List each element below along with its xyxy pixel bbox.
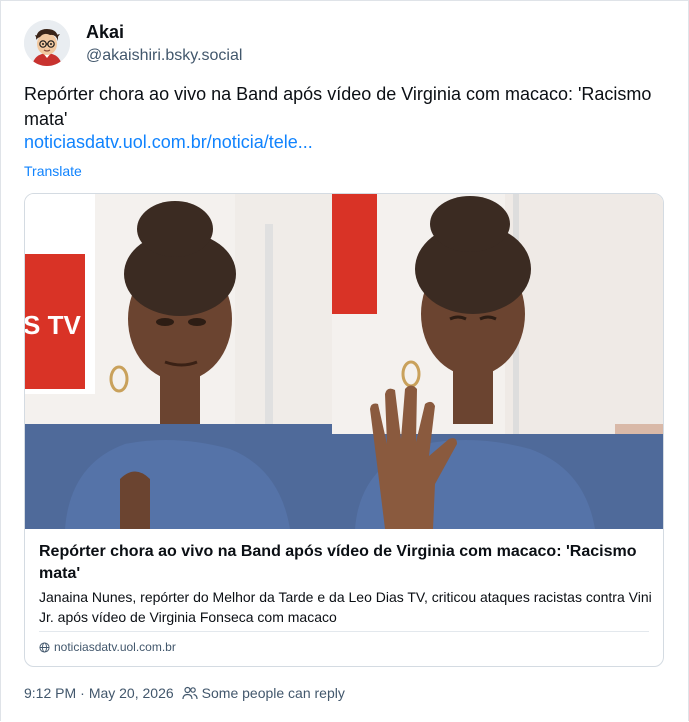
avatar[interactable]	[24, 20, 70, 66]
card-thumbnail: S TV	[25, 194, 663, 529]
post-date[interactable]: May 20, 2026	[89, 685, 174, 701]
reply-setting-label: Some people can reply	[201, 685, 345, 701]
card-description: Janaina Nunes, repórter do Melhor da Tar…	[39, 589, 652, 625]
post-text: Repórter chora ao vivo na Band após víde…	[24, 84, 652, 129]
meta-separator: ·	[80, 685, 85, 701]
post-meta: 9:12 PM · May 20, 2026 Some people can r…	[24, 685, 345, 701]
thumbnail-image: S TV	[25, 194, 663, 529]
author-name[interactable]: Akai	[86, 22, 124, 43]
link-preview-card[interactable]: S TV Repórter chora ao vivo na Band após…	[24, 193, 664, 667]
post-time[interactable]: 9:12 PM	[24, 685, 76, 701]
avatar-illustration	[24, 20, 70, 66]
people-icon	[182, 686, 198, 700]
card-divider	[39, 631, 649, 632]
card-domain: noticiasdatv.uol.com.br	[39, 640, 176, 654]
translate-link[interactable]: Translate	[24, 163, 82, 179]
card-title[interactable]: Repórter chora ao vivo na Band após víde…	[39, 541, 649, 585]
post-link[interactable]: noticiasdatv.uol.com.br/noticia/tele...	[24, 132, 313, 153]
card-domain-text: noticiasdatv.uol.com.br	[54, 640, 176, 654]
thumbnail-overlay-text: S TV	[25, 310, 81, 340]
globe-icon	[39, 641, 50, 653]
reply-setting[interactable]: Some people can reply	[182, 685, 345, 701]
author-handle[interactable]: @akaishiri.bsky.social	[86, 47, 242, 65]
